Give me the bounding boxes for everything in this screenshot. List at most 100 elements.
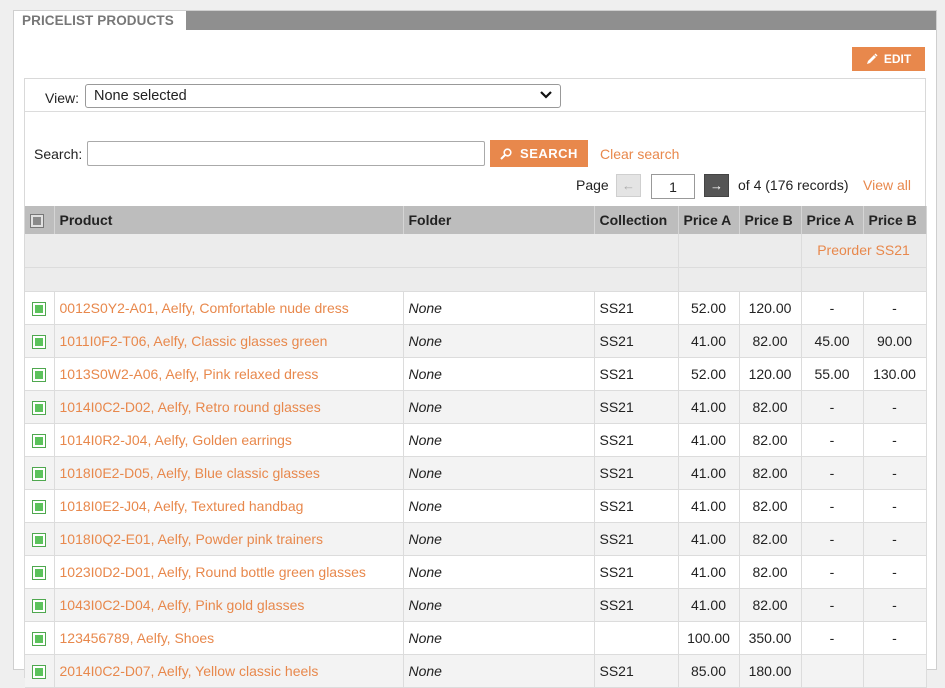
- row-checkbox[interactable]: [32, 400, 47, 415]
- row-checkbox[interactable]: [32, 598, 47, 613]
- view-label: View:: [45, 90, 79, 106]
- group-header-row: Preorder SS21: [25, 234, 927, 268]
- price-a-cell: 41.00: [678, 555, 740, 589]
- table-row[interactable]: 1011I0F2-T06, Aelfy, Classic glasses gre…: [25, 324, 927, 358]
- next-page-button[interactable]: →: [704, 174, 729, 197]
- product-link[interactable]: 0012S0Y2-A01, Aelfy, Comfortable nude dr…: [54, 291, 404, 325]
- page-label: Page: [576, 177, 609, 193]
- products-table: Product Folder Collection Price A Price …: [25, 206, 927, 688]
- row-checkbox-cell: [25, 324, 55, 358]
- table-row[interactable]: 123456789, Aelfy, Shoes None 100.00 350.00-…: [25, 621, 927, 655]
- column-header-preorder-price-a[interactable]: Price A: [801, 206, 864, 234]
- preorder-price-b-cell: -: [863, 423, 927, 457]
- product-link[interactable]: 1014I0C2-D02, Aelfy, Retro round glasses: [54, 390, 404, 424]
- view-all-link[interactable]: View all: [863, 177, 911, 193]
- folder-cell: None: [403, 291, 595, 325]
- table-row[interactable]: 1018I0E2-J04, Aelfy, Textured handbag Non…: [25, 489, 927, 523]
- search-input[interactable]: [87, 141, 485, 166]
- preorder-price-b-cell: [863, 654, 927, 688]
- table-row[interactable]: 1018I0Q2-E01, Aelfy, Powder pink trainer…: [25, 522, 927, 556]
- page-number-input[interactable]: 1: [651, 174, 695, 199]
- price-a-cell: 41.00: [678, 489, 740, 523]
- view-select-value: None selected: [94, 88, 187, 104]
- column-header-folder[interactable]: Folder: [403, 206, 595, 234]
- product-link[interactable]: 1014I0R2-J04, Aelfy, Golden earrings: [54, 423, 404, 457]
- column-header-collection[interactable]: Collection: [594, 206, 679, 234]
- page-count-text: of 4 (176 records): [738, 177, 849, 193]
- preorder-price-b-cell: -: [863, 489, 927, 523]
- folder-cell: None: [403, 522, 595, 556]
- price-a-cell: 41.00: [678, 324, 740, 358]
- table-row[interactable]: 1043I0C2-D04, Aelfy, Pink gold glasses No…: [25, 588, 927, 622]
- column-header-product[interactable]: Product: [54, 206, 404, 234]
- view-select[interactable]: None selected: [85, 84, 561, 108]
- chevron-down-icon: [540, 91, 552, 99]
- preorder-price-a-cell: -: [801, 621, 864, 655]
- price-a-cell: 41.00: [678, 588, 740, 622]
- product-link[interactable]: 2014I0C2-D07, Aelfy, Yellow classic heel…: [54, 654, 404, 688]
- price-b-cell: 82.00: [739, 423, 802, 457]
- preorder-price-a-cell: -: [801, 489, 864, 523]
- column-header-price-b[interactable]: Price B: [739, 206, 802, 234]
- table-row[interactable]: 1014I0C2-D02, Aelfy, Retro round glasses…: [25, 390, 927, 424]
- preorder-price-b-cell: -: [863, 555, 927, 589]
- row-checkbox-cell: [25, 555, 55, 589]
- product-link[interactable]: 1013S0W2-A06, Aelfy, Pink relaxed dress: [54, 357, 404, 391]
- table-row[interactable]: 1018I0E2-D05, Aelfy, Blue classic glasse…: [25, 456, 927, 490]
- table-header-row: Product Folder Collection Price A Price …: [25, 206, 927, 234]
- arrow-left-icon: ←: [622, 178, 635, 193]
- table-row[interactable]: 1023I0D2-D01, Aelfy, Round bottle green …: [25, 555, 927, 589]
- table-row[interactable]: 0012S0Y2-A01, Aelfy, Comfortable nude dr…: [25, 291, 927, 325]
- product-link[interactable]: 1018I0E2-D05, Aelfy, Blue classic glasse…: [54, 456, 404, 490]
- row-checkbox[interactable]: [32, 631, 47, 646]
- product-link[interactable]: 1043I0C2-D04, Aelfy, Pink gold glasses: [54, 588, 404, 622]
- row-checkbox[interactable]: [32, 532, 47, 547]
- table-row[interactable]: 2014I0C2-D07, Aelfy, Yellow classic heel…: [25, 654, 927, 688]
- search-button[interactable]: SEARCH: [490, 140, 588, 167]
- preorder-price-b-cell: -: [863, 522, 927, 556]
- preorder-price-b-cell: -: [863, 390, 927, 424]
- edit-button[interactable]: EDIT: [852, 47, 925, 71]
- collection-cell: SS21: [594, 555, 679, 589]
- price-b-cell: 82.00: [739, 522, 802, 556]
- column-header-preorder-price-b[interactable]: Price B: [863, 206, 927, 234]
- preorder-price-a-cell: -: [801, 588, 864, 622]
- folder-cell: None: [403, 324, 595, 358]
- row-checkbox[interactable]: [32, 334, 47, 349]
- collection-cell: SS21: [594, 357, 679, 391]
- product-link[interactable]: 1023I0D2-D01, Aelfy, Round bottle green …: [54, 555, 404, 589]
- folder-cell: None: [403, 456, 595, 490]
- row-checkbox[interactable]: [32, 664, 47, 679]
- collection-cell: SS21: [594, 324, 679, 358]
- row-checkbox[interactable]: [32, 433, 47, 448]
- column-header-price-a[interactable]: Price A: [678, 206, 740, 234]
- row-checkbox[interactable]: [32, 466, 47, 481]
- product-link[interactable]: 1018I0E2-J04, Aelfy, Textured handbag: [54, 489, 404, 523]
- price-a-cell: 41.00: [678, 423, 740, 457]
- folder-cell: None: [403, 555, 595, 589]
- product-link[interactable]: 1018I0Q2-E01, Aelfy, Powder pink trainer…: [54, 522, 404, 556]
- select-all-checkbox[interactable]: [30, 214, 44, 229]
- price-a-cell: 52.00: [678, 291, 740, 325]
- preorder-price-a-cell: -: [801, 522, 864, 556]
- row-checkbox[interactable]: [32, 499, 47, 514]
- preorder-price-a-cell: -: [801, 423, 864, 457]
- product-link[interactable]: 123456789, Aelfy, Shoes: [54, 621, 404, 655]
- row-checkbox-cell: [25, 489, 55, 523]
- table-row[interactable]: 1014I0R2-J04, Aelfy, Golden earrings None…: [25, 423, 927, 457]
- row-checkbox[interactable]: [32, 301, 47, 316]
- prev-page-button[interactable]: ←: [616, 174, 641, 197]
- product-link[interactable]: 1011I0F2-T06, Aelfy, Classic glasses gre…: [54, 324, 404, 358]
- table-row[interactable]: 1013S0W2-A06, Aelfy, Pink relaxed dress N…: [25, 357, 927, 391]
- row-checkbox[interactable]: [32, 565, 47, 580]
- preorder-price-a-cell: -: [801, 291, 864, 325]
- preorder-price-b-cell: -: [863, 588, 927, 622]
- row-checkbox-cell: [25, 423, 55, 457]
- price-b-cell: 180.00: [739, 654, 802, 688]
- row-checkbox-cell: [25, 621, 55, 655]
- collection-cell: SS21: [594, 522, 679, 556]
- price-a-cell: 41.00: [678, 456, 740, 490]
- row-checkbox[interactable]: [32, 367, 47, 382]
- clear-search-link[interactable]: Clear search: [600, 146, 679, 162]
- collection-cell: SS21: [594, 654, 679, 688]
